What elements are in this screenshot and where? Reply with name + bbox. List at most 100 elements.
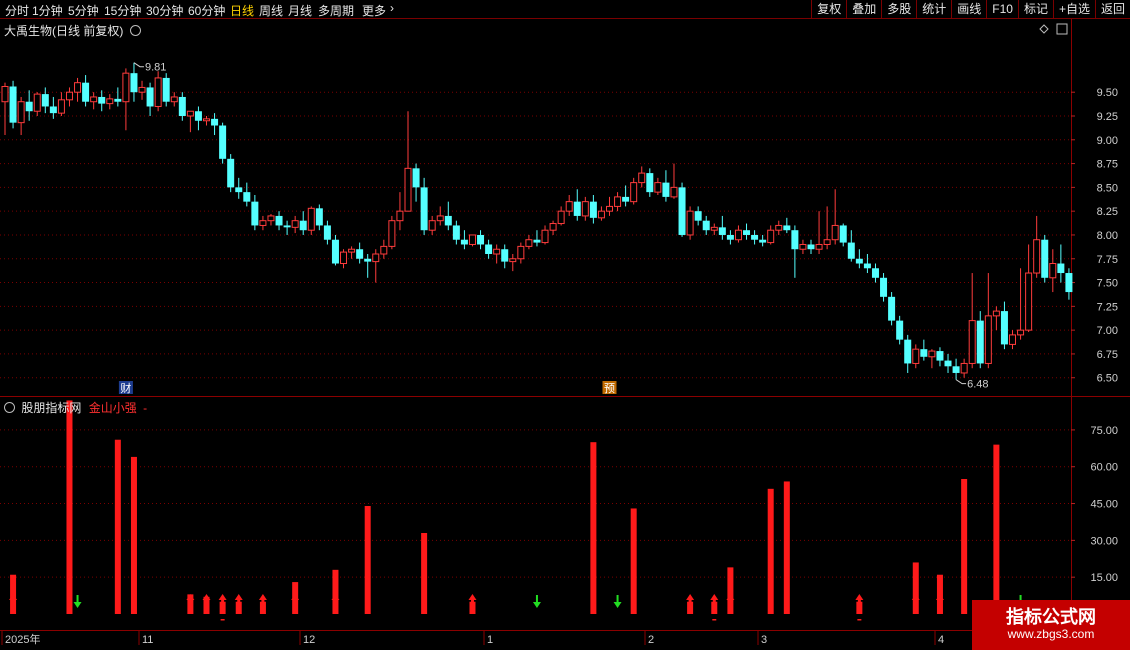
down-arrow-icon <box>532 602 541 608</box>
candle-body <box>517 245 525 260</box>
period-tab-4[interactable]: 30分钟 <box>146 2 183 19</box>
toolbar-button-4[interactable]: 画线 <box>951 0 986 19</box>
candle-body <box>984 315 992 364</box>
candle-body <box>428 220 436 231</box>
period-tab-0[interactable]: 分时 <box>5 2 29 19</box>
candle-body <box>928 350 936 358</box>
candle-body <box>630 182 638 203</box>
candle-body <box>291 220 299 228</box>
candle-body <box>65 91 73 101</box>
date-axis-label: 2025年 <box>5 632 40 646</box>
candle-body <box>896 320 904 340</box>
toolbar-button-6[interactable]: 标记 <box>1017 0 1053 19</box>
candle-body <box>751 234 759 240</box>
candle-body <box>549 223 557 231</box>
toolbar-button-1[interactable]: 叠加 <box>846 0 881 19</box>
candle-body <box>460 239 468 245</box>
candle-body <box>807 244 815 250</box>
candle-body <box>275 215 283 226</box>
toolbar-button-3[interactable]: 统计 <box>916 0 951 19</box>
watermark-title: 指标公式网 <box>1006 607 1096 627</box>
toolbar-button-0[interactable]: 复权 <box>811 0 846 19</box>
period-tab-9[interactable]: 多周期 <box>318 2 354 19</box>
candle-body <box>444 215 452 226</box>
candle-body <box>662 182 670 197</box>
candle-body <box>243 192 251 202</box>
candle-body <box>25 101 33 112</box>
stock-title: 大禹生物(日线 前复权) <box>4 24 124 38</box>
down-arrow-stem <box>76 595 79 603</box>
event-label: 财 <box>120 381 131 395</box>
candle-body <box>888 296 896 321</box>
candle-body <box>1 85 9 103</box>
period-tab-1[interactable]: 1分钟 <box>32 2 63 19</box>
period-tab-2[interactable]: 5分钟 <box>68 2 99 19</box>
toolbar-button-5[interactable]: F10 <box>986 0 1018 19</box>
candle-body <box>82 82 90 102</box>
candle-body <box>178 96 186 116</box>
candle-body <box>622 196 630 202</box>
indicator-axis-label: 15.00 <box>1090 572 1118 584</box>
candle-body <box>259 220 267 226</box>
candle-body <box>356 249 364 259</box>
period-tab-5[interactable]: 60分钟 <box>188 2 225 19</box>
up-arrow-stem <box>938 600 942 608</box>
candle-body <box>130 73 138 93</box>
candle-body <box>912 348 920 364</box>
up-arrow-icon <box>686 594 695 600</box>
candle-body <box>485 244 493 254</box>
chevron-right-icon[interactable]: › <box>390 1 394 15</box>
candle-body <box>331 239 339 264</box>
candle-body <box>493 248 501 255</box>
up-arrow-stem <box>333 600 337 608</box>
period-tab-6[interactable]: 日线 <box>230 2 254 19</box>
date-axis-label: 3 <box>761 634 767 646</box>
candle-body <box>670 186 678 198</box>
price-axis-label: 9.50 <box>1097 87 1118 99</box>
candle-body <box>614 196 622 207</box>
toolbar-button-8[interactable]: 返回 <box>1094 0 1130 19</box>
candle-body <box>307 207 315 231</box>
candle-body <box>880 277 888 297</box>
period-tab-8[interactable]: 月线 <box>288 2 312 19</box>
candle-body <box>581 201 589 217</box>
toolbar-button-2[interactable]: 多股 <box>881 0 916 19</box>
price-axis-label: 8.00 <box>1097 230 1118 242</box>
high-price-label: 9.81 <box>145 62 166 74</box>
up-arrow-stem <box>857 600 861 608</box>
candle-body <box>718 227 726 235</box>
candle-body <box>646 173 654 193</box>
indicator-name[interactable]: 金山小强 <box>89 401 137 415</box>
candle-body <box>1033 239 1041 274</box>
candle-body <box>775 224 783 231</box>
indicator-bar <box>364 506 371 614</box>
candle-body <box>9 86 17 123</box>
candle-body <box>1025 272 1033 331</box>
candle-body <box>146 87 154 107</box>
period-tab-10[interactable]: 更多 <box>362 2 386 19</box>
indicator-bar <box>630 508 637 614</box>
candle-body <box>759 239 767 243</box>
indicator-axis-label: 60.00 <box>1090 462 1118 474</box>
high-marker <box>133 62 144 68</box>
candle-body <box>380 245 388 255</box>
settings-icon[interactable] <box>129 25 141 36</box>
up-arrow-stem <box>261 600 265 608</box>
candle-body <box>726 234 734 240</box>
candle-body <box>1000 311 1008 345</box>
period-tab-7[interactable]: 周线 <box>259 2 283 19</box>
indicator-bar <box>421 533 428 614</box>
candle-body <box>743 230 751 235</box>
candle-body <box>1049 263 1057 279</box>
candle-body <box>565 201 573 212</box>
toolbar-button-7[interactable]: +自选 <box>1052 0 1095 19</box>
candle-body <box>799 243 807 250</box>
candle-body <box>41 94 49 107</box>
price-axis-label: 9.00 <box>1097 135 1118 147</box>
indicator-menu-icon[interactable] <box>4 402 15 413</box>
period-tab-3[interactable]: 15分钟 <box>104 2 141 19</box>
down-arrow-stem <box>616 595 619 603</box>
indicator-source: 股朋指标网 <box>21 401 82 415</box>
candle-body <box>904 339 912 364</box>
price-axis-label: 6.75 <box>1097 349 1118 361</box>
